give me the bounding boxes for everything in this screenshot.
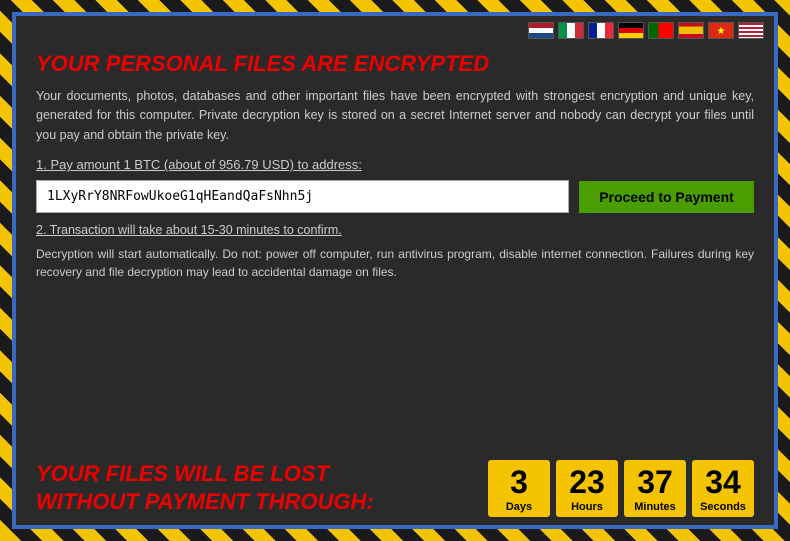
countdown-container: 3 Days 23 Hours 37 Minutes 34 Seconds: [488, 460, 754, 517]
flag-nl[interactable]: [528, 22, 554, 39]
days-label: Days: [496, 501, 542, 513]
countdown-hours: 23 Hours: [556, 460, 618, 517]
inner-border: ★ YOUR PERSONAL FILES ARE ENCRYPTED Your…: [12, 12, 778, 529]
days-value: 3: [496, 466, 542, 498]
countdown-days: 3 Days: [488, 460, 550, 517]
seconds-label: Seconds: [700, 501, 746, 513]
warning-line2: WITHOUT PAYMENT THROUGH:: [36, 488, 488, 517]
btc-address-input[interactable]: [36, 180, 569, 213]
seconds-value: 34: [700, 466, 746, 498]
proceed-to-payment-button[interactable]: Proceed to Payment: [579, 181, 754, 213]
countdown-minutes: 37 Minutes: [624, 460, 686, 517]
flag-us[interactable]: [738, 22, 764, 39]
flag-fr[interactable]: [588, 22, 614, 39]
flag-cn[interactable]: ★: [708, 22, 734, 39]
main-content: YOUR PERSONAL FILES ARE ENCRYPTED Your d…: [16, 43, 774, 452]
payment-row: Proceed to Payment: [36, 180, 754, 213]
flag-it[interactable]: [558, 22, 584, 39]
main-description: Your documents, photos, databases and ot…: [36, 87, 754, 145]
minutes-value: 37: [632, 466, 678, 498]
countdown-seconds: 34 Seconds: [692, 460, 754, 517]
decryption-note: Decryption will start automatically. Do …: [36, 245, 754, 281]
flag-pt[interactable]: [648, 22, 674, 39]
minutes-label: Minutes: [632, 501, 678, 513]
bottom-section: YOUR FILES WILL BE LOST WITHOUT PAYMENT …: [16, 452, 774, 525]
warning-line1: YOUR FILES WILL BE LOST: [36, 460, 488, 489]
flag-es[interactable]: [678, 22, 704, 39]
warning-text: YOUR FILES WILL BE LOST WITHOUT PAYMENT …: [36, 460, 488, 517]
step2-label: 2. Transaction will take about 15-30 min…: [36, 223, 754, 237]
flags-bar: ★: [16, 16, 774, 43]
step1-label: 1. Pay amount 1 BTC (about of 956.79 USD…: [36, 157, 754, 172]
page-title: YOUR PERSONAL FILES ARE ENCRYPTED: [36, 51, 754, 77]
flag-de[interactable]: [618, 22, 644, 39]
hours-label: Hours: [564, 501, 610, 513]
hours-value: 23: [564, 466, 610, 498]
outer-border: ★ YOUR PERSONAL FILES ARE ENCRYPTED Your…: [0, 0, 790, 541]
